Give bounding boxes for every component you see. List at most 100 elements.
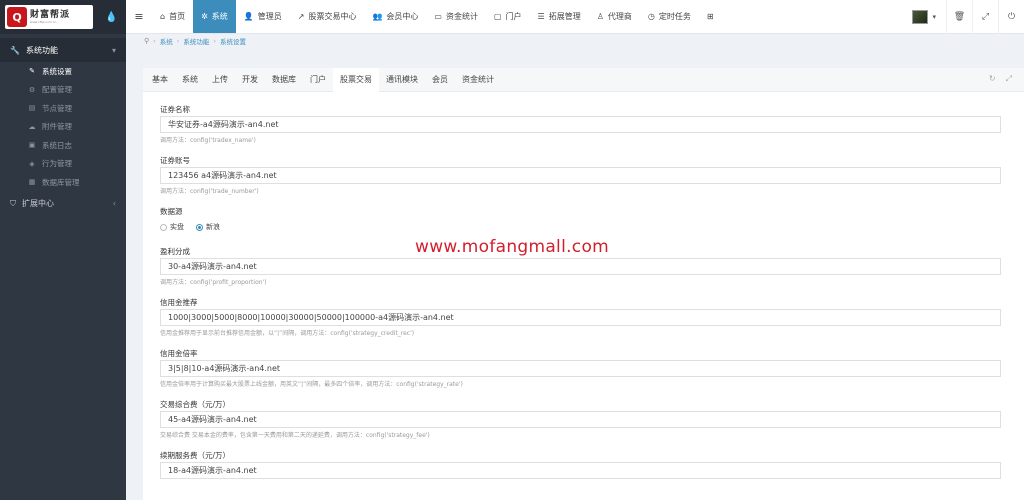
settings-form: 证券名称 华安证券-a4源码演示-an4.net 调用方法：config('tr… xyxy=(143,92,1024,479)
avatar[interactable] xyxy=(912,10,929,24)
nav-grid[interactable]: ⊞ xyxy=(699,0,722,33)
tradex-name-input[interactable]: 华安证券-a4源码演示-an4.net xyxy=(160,116,1001,133)
money-icon: ▭ xyxy=(434,12,442,21)
sidebar-item-label: 配置管理 xyxy=(42,85,72,95)
strategy-fee-input[interactable]: 45-a4源码演示-an4.net xyxy=(160,411,1001,428)
sidebar-item-label: 系统日志 xyxy=(42,140,72,150)
field-label: 交易综合费（元/万） xyxy=(160,399,231,409)
sidebar-group-system[interactable]: 🔧 系统功能 ▾ xyxy=(0,38,126,62)
clear-cache-button[interactable]: 🗑 xyxy=(946,0,972,34)
nav-stock-trading[interactable]: ↗ 股票交易中心 xyxy=(290,0,365,33)
field-help: 调用方法：config('profit_proportion') xyxy=(160,278,267,286)
theme-drop-icon[interactable]: 💧 xyxy=(105,12,117,23)
field-strategy-rate: 信用金倍率 3|5|8|10-a4源码演示-an4.net 信用金倍率用于计算购… xyxy=(160,346,1024,389)
sidebar-toggle-button[interactable]: ≡ xyxy=(126,0,152,33)
sidebar-item-label: 行为管理 xyxy=(42,159,72,169)
top-navbar: ≡ ⌂ 首页 ✲ 系统 👤 管理员 ↗ 股票交易中心 👥 会员中心 ▭ 资金统计 ▢ 门户 ☰… xyxy=(126,0,1024,34)
nav-label: 资金统计 xyxy=(445,12,478,21)
expand-icon: ⤢ xyxy=(981,12,990,22)
settings-panel: 基本 系统 上传 开发 数据库 门户 股票交易 通讯模块 会员 资金统计 ↻ ⤢… xyxy=(143,67,1024,500)
datasource-radio-group: 实盘 新浪 xyxy=(160,218,1024,236)
sidebar-item-actions[interactable]: ◈ 行为管理 xyxy=(0,155,126,174)
field-label: 证券账号 xyxy=(160,155,190,165)
field-help: 调用方法：config('trade_number') xyxy=(160,187,259,195)
nav-home[interactable]: ⌂ 首页 xyxy=(152,0,193,33)
home-icon: ⌂ xyxy=(160,12,166,21)
portal-icon: ▢ xyxy=(493,12,502,21)
caret-down-icon[interactable]: ▾ xyxy=(932,13,936,21)
refresh-icon[interactable]: ↻ xyxy=(989,74,996,84)
cloud-icon: ☁ xyxy=(28,122,36,131)
logo-mark-icon: Q xyxy=(7,7,27,27)
nav-label: 门户 xyxy=(505,12,522,21)
profit-proportion-input[interactable]: 30-a4源码演示-an4.net xyxy=(160,258,1001,275)
sidebar-item-attachments[interactable]: ☁ 附件管理 xyxy=(0,118,126,137)
tab-portal[interactable]: 门户 xyxy=(303,68,333,92)
sidebar-item-logs[interactable]: ▣ 系统日志 xyxy=(0,136,126,155)
sidebar-item-nodes[interactable]: ▤ 节点管理 xyxy=(0,99,126,118)
wrench-icon: ✎ xyxy=(29,67,35,76)
field-help: 调用方法：config('tradex_name') xyxy=(160,136,256,144)
sidebar-group-extensions[interactable]: ⛉ 扩展中心 ‹ xyxy=(0,192,126,216)
renewal-fee-input[interactable]: 18-a4源码演示-an4.net xyxy=(160,462,1001,479)
radio-label: 新浪 xyxy=(206,223,220,231)
nav-members[interactable]: 👥 会员中心 xyxy=(364,0,426,33)
sidebar-group-label: 系统功能 xyxy=(25,45,58,55)
sidebar-item-system-settings[interactable]: ✎ 系统设置 xyxy=(0,62,126,81)
fullscreen-icon[interactable]: ⤢ xyxy=(1006,74,1012,84)
nav-cron[interactable]: ◷ 定时任务 xyxy=(640,0,699,33)
nav-extensions[interactable]: ☰ 拓展管理 xyxy=(530,0,589,33)
nav-funds[interactable]: ▭ 资金统计 xyxy=(426,0,486,33)
power-icon: ⏻ xyxy=(1007,12,1016,22)
radio-label: 实盘 xyxy=(170,223,184,231)
breadcrumb-item[interactable]: 系统 xyxy=(160,36,173,46)
sitemap-icon: ▤ xyxy=(28,104,36,113)
sidebar-item-config[interactable]: ⚙ 配置管理 xyxy=(0,81,126,100)
tab-database[interactable]: 数据库 xyxy=(265,68,303,92)
settings-tabs: 基本 系统 上传 开发 数据库 门户 股票交易 通讯模块 会员 资金统计 ↻ ⤢ xyxy=(143,67,1024,92)
tab-fund-stats[interactable]: 资金统计 xyxy=(455,68,501,92)
logout-button[interactable]: ⏻ xyxy=(998,0,1024,34)
nav-label: 首页 xyxy=(169,12,186,21)
cogs-icon: ⚙ xyxy=(28,85,36,94)
nav-system[interactable]: ✲ 系统 xyxy=(193,0,236,33)
tab-basic[interactable]: 基本 xyxy=(145,68,175,92)
top-right-tools: ▾ 🗑 ⤢ ⏻ xyxy=(912,0,1024,34)
tab-members[interactable]: 会员 xyxy=(425,68,455,92)
list-icon: ☰ xyxy=(537,12,545,21)
credit-rec-input[interactable]: 1000|3000|5000|8000|10000|30000|50000|10… xyxy=(160,309,1001,326)
tab-develop[interactable]: 开发 xyxy=(235,68,265,92)
field-label: 证券名称 xyxy=(160,104,190,114)
fullscreen-button[interactable]: ⤢ xyxy=(972,0,998,34)
nav-label: 拓展管理 xyxy=(548,12,581,21)
strategy-rate-input[interactable]: 3|5|8|10-a4源码演示-an4.net xyxy=(160,360,1001,377)
field-label: 信用金推荐 xyxy=(160,297,198,307)
tab-upload[interactable]: 上传 xyxy=(205,68,235,92)
nav-admin[interactable]: 👤 管理员 xyxy=(236,0,290,33)
nav-label: 会员中心 xyxy=(386,12,419,21)
database-icon: ▦ xyxy=(28,178,36,187)
radio-sina[interactable]: 新浪 xyxy=(196,222,220,232)
nav-agents[interactable]: ♙ 代理商 xyxy=(589,0,640,33)
radio-real[interactable]: 实盘 xyxy=(160,222,184,232)
field-help: 交易综合费 交易本金的费率，包含第一天费用和第二天的递延费，调用方法：confi… xyxy=(160,431,430,439)
field-tradex-name: 证券名称 华安证券-a4源码演示-an4.net 调用方法：config('tr… xyxy=(160,102,1024,145)
trash-icon: 🗑 xyxy=(953,12,966,22)
breadcrumb: ⚲ › 系统 › 系统功能 › 系统设置 xyxy=(126,34,1024,48)
tab-messaging[interactable]: 通讯模块 xyxy=(379,68,425,92)
menu-icon: ≡ xyxy=(134,10,144,23)
breadcrumb-item[interactable]: 系统功能 xyxy=(183,36,209,46)
trade-number-input[interactable]: 123456 a4源码演示-an4.net xyxy=(160,167,1001,184)
field-label: 信用金倍率 xyxy=(160,348,198,358)
shield-icon: ⛉ xyxy=(10,198,16,208)
sidebar-item-label: 数据库管理 xyxy=(42,177,80,187)
chart-icon: ↗ xyxy=(297,12,305,21)
tab-stock-trading[interactable]: 股票交易 xyxy=(333,67,379,92)
nav-label: 代理商 xyxy=(607,12,632,21)
breadcrumb-item[interactable]: 系统设置 xyxy=(220,36,246,46)
sidebar-group-label: 扩展中心 xyxy=(22,199,54,208)
logo[interactable]: Q 财富帮派 www.cfbp.com.cn xyxy=(5,5,93,29)
nav-portal[interactable]: ▢ 门户 xyxy=(486,0,530,33)
tab-system[interactable]: 系统 xyxy=(175,68,205,92)
sidebar-item-database[interactable]: ▦ 数据库管理 xyxy=(0,173,126,192)
